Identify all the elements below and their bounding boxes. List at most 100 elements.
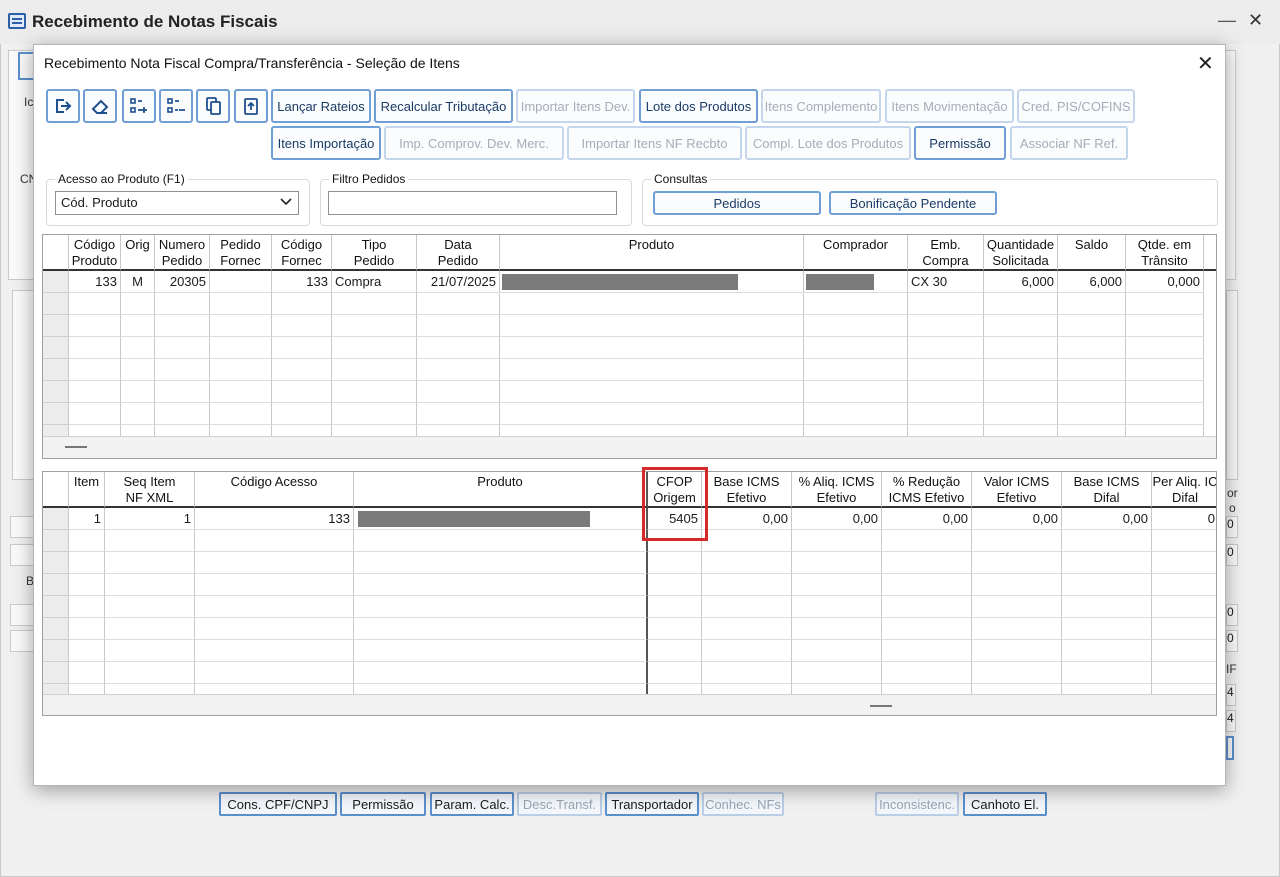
- importar-itens-dev-button[interactable]: Importar Itens Dev.: [516, 89, 635, 123]
- empty-cell[interactable]: [908, 337, 984, 359]
- cell-aliq-icms-efetivo[interactable]: 0,00: [792, 508, 882, 530]
- empty-cell[interactable]: [500, 337, 804, 359]
- empty-cell[interactable]: [648, 574, 702, 596]
- empty-cell[interactable]: [1152, 530, 1216, 552]
- empty-cell[interactable]: [1126, 359, 1204, 381]
- col-header-codigo-produto[interactable]: Código Produto: [69, 235, 121, 271]
- remove-item-button[interactable]: [159, 89, 193, 123]
- empty-cell[interactable]: [1126, 293, 1204, 315]
- empty-cell[interactable]: [332, 403, 417, 425]
- empty-cell[interactable]: [804, 337, 908, 359]
- empty-cell[interactable]: [1058, 381, 1126, 403]
- empty-cell[interactable]: [984, 293, 1058, 315]
- row-selector[interactable]: [43, 640, 69, 662]
- param-calc-button[interactable]: Param. Calc.: [430, 792, 514, 816]
- cell-saldo[interactable]: 6,000: [1058, 271, 1126, 293]
- empty-cell[interactable]: [500, 315, 804, 337]
- cell-produto[interactable]: [354, 508, 648, 530]
- cell-numero-pedido[interactable]: 20305: [155, 271, 210, 293]
- empty-cell[interactable]: [804, 293, 908, 315]
- background-field[interactable]: 4: [1226, 684, 1236, 706]
- row-selector[interactable]: [43, 359, 69, 381]
- empty-cell[interactable]: [195, 552, 354, 574]
- row-selector[interactable]: [43, 271, 69, 293]
- empty-cell[interactable]: [354, 662, 648, 684]
- empty-cell[interactable]: [1062, 530, 1152, 552]
- empty-cell[interactable]: [1152, 618, 1216, 640]
- background-field[interactable]: 4: [1226, 710, 1236, 732]
- empty-cell[interactable]: [702, 618, 792, 640]
- col-header-pedido-fornec[interactable]: Pedido Fornec: [210, 235, 272, 271]
- cell-orig[interactable]: M: [121, 271, 155, 293]
- empty-cell[interactable]: [500, 359, 804, 381]
- empty-cell[interactable]: [121, 293, 155, 315]
- empty-cell[interactable]: [702, 574, 792, 596]
- empty-cell[interactable]: [354, 574, 648, 596]
- col-header-comprador[interactable]: Comprador: [804, 235, 908, 271]
- empty-cell[interactable]: [1062, 640, 1152, 662]
- empty-cell[interactable]: [69, 552, 105, 574]
- col-header-orig[interactable]: Orig: [121, 235, 155, 271]
- itens-movimentacao-button[interactable]: Itens Movimentação: [885, 89, 1014, 123]
- close-icon[interactable]: ✕: [1248, 10, 1263, 31]
- empty-cell[interactable]: [792, 618, 882, 640]
- empty-cell[interactable]: [195, 574, 354, 596]
- empty-cell[interactable]: [984, 403, 1058, 425]
- col-header-base-icms-efetivo[interactable]: Base ICMS Efetivo: [702, 472, 792, 508]
- empty-cell[interactable]: [648, 662, 702, 684]
- cell-quantidade-solicitada[interactable]: 6,000: [984, 271, 1058, 293]
- empty-cell[interactable]: [155, 315, 210, 337]
- empty-cell[interactable]: [1062, 574, 1152, 596]
- empty-cell[interactable]: [702, 530, 792, 552]
- empty-cell[interactable]: [155, 293, 210, 315]
- dialog-close-icon[interactable]: ✕: [1197, 51, 1214, 76]
- pedidos-button[interactable]: Pedidos: [653, 191, 821, 215]
- empty-cell[interactable]: [69, 315, 121, 337]
- scroll-thumb[interactable]: [65, 446, 87, 448]
- empty-cell[interactable]: [1058, 315, 1126, 337]
- row-selector[interactable]: [43, 530, 69, 552]
- empty-cell[interactable]: [332, 315, 417, 337]
- empty-cell[interactable]: [648, 552, 702, 574]
- empty-cell[interactable]: [69, 640, 105, 662]
- empty-cell[interactable]: [908, 403, 984, 425]
- empty-cell[interactable]: [1126, 381, 1204, 403]
- background-field[interactable]: [10, 604, 34, 626]
- empty-cell[interactable]: [882, 552, 972, 574]
- permissao-button[interactable]: Permissão: [914, 126, 1006, 160]
- cred-pis-cofins-button[interactable]: Cred. PIS/COFINS: [1017, 89, 1135, 123]
- empty-cell[interactable]: [417, 293, 500, 315]
- empty-cell[interactable]: [417, 359, 500, 381]
- col-header-produto[interactable]: Produto: [354, 472, 648, 508]
- empty-cell[interactable]: [121, 403, 155, 425]
- row-selector[interactable]: [43, 315, 69, 337]
- empty-cell[interactable]: [1126, 403, 1204, 425]
- cell-qtde-transito[interactable]: 0,000: [1126, 271, 1204, 293]
- empty-cell[interactable]: [882, 530, 972, 552]
- empty-cell[interactable]: [69, 359, 121, 381]
- empty-cell[interactable]: [210, 403, 272, 425]
- empty-cell[interactable]: [155, 359, 210, 381]
- empty-cell[interactable]: [648, 596, 702, 618]
- empty-cell[interactable]: [1152, 640, 1216, 662]
- background-field[interactable]: [10, 630, 34, 652]
- empty-cell[interactable]: [272, 359, 332, 381]
- empty-cell[interactable]: [882, 618, 972, 640]
- empty-cell[interactable]: [882, 662, 972, 684]
- empty-cell[interactable]: [195, 530, 354, 552]
- col-header-aliq-icms-efetivo[interactable]: % Aliq. ICMS Efetivo: [792, 472, 882, 508]
- clear-button[interactable]: [83, 89, 117, 123]
- empty-cell[interactable]: [69, 337, 121, 359]
- cell-valor-icms-efetivo[interactable]: 0,00: [972, 508, 1062, 530]
- cell-item[interactable]: 1: [69, 508, 105, 530]
- add-item-button[interactable]: [122, 89, 156, 123]
- canhoto-el-button[interactable]: Canhoto El.: [963, 792, 1047, 816]
- empty-cell[interactable]: [272, 293, 332, 315]
- empty-cell[interactable]: [984, 359, 1058, 381]
- cell-tipo-pedido[interactable]: Compra: [332, 271, 417, 293]
- empty-cell[interactable]: [121, 315, 155, 337]
- col-header-valor-icms-efetivo[interactable]: Valor ICMS Efetivo: [972, 472, 1062, 508]
- itens-importacao-button[interactable]: Itens Importação: [271, 126, 381, 160]
- lote-dos-produtos-button[interactable]: Lote dos Produtos: [639, 89, 758, 123]
- row-selector[interactable]: [43, 403, 69, 425]
